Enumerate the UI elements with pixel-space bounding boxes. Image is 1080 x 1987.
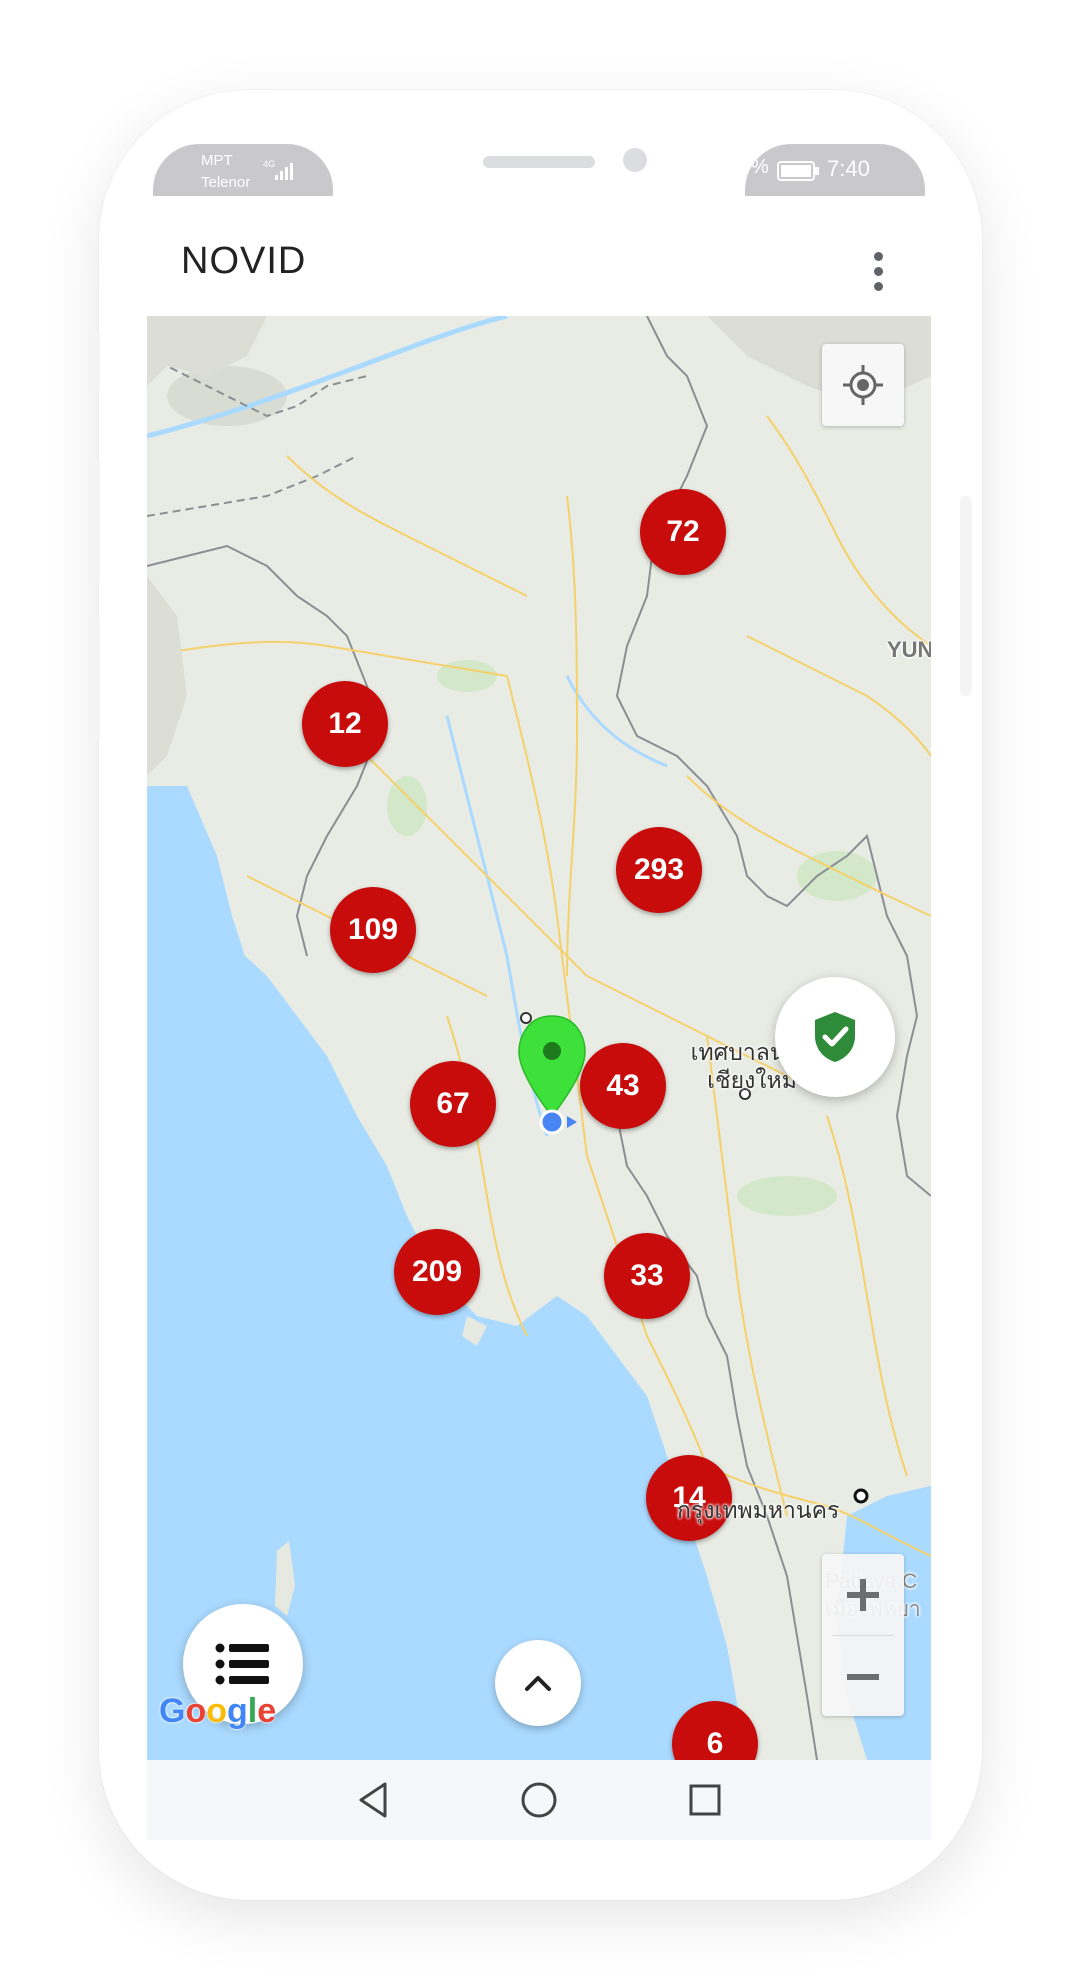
cluster-marker[interactable]: 43	[580, 1043, 666, 1129]
speaker-grille	[483, 156, 595, 168]
phone-side-button	[88, 330, 100, 394]
protection-status-button[interactable]	[775, 977, 895, 1097]
google-logo: Google	[159, 1692, 277, 1730]
battery-percent: %	[751, 156, 769, 178]
svg-text:4G: 4G	[263, 159, 275, 169]
map-region-label: YUN	[887, 637, 931, 662]
cluster-marker[interactable]: 12	[302, 681, 388, 767]
cluster-marker[interactable]: 209	[394, 1229, 480, 1315]
zoom-out-button[interactable]	[822, 1636, 904, 1717]
system-nav-bar	[147, 1760, 931, 1840]
list-icon	[215, 1643, 269, 1685]
chevron-up-icon	[525, 1676, 551, 1691]
cluster-marker[interactable]: 67	[410, 1061, 496, 1147]
zoom-in-button[interactable]	[822, 1554, 904, 1635]
cluster-marker[interactable]: 72	[640, 489, 726, 575]
my-location-button[interactable]	[822, 344, 904, 426]
app-title: NOVID	[181, 240, 307, 282]
carrier-1: MPT	[201, 152, 233, 169]
carrier-2: Telenor	[201, 174, 251, 191]
battery-icon	[777, 161, 819, 181]
status-pill-left: MPT Telenor 4G	[153, 144, 333, 196]
recents-button[interactable]	[679, 1774, 731, 1826]
status-bar: MPT Telenor 4G % 7:40	[147, 140, 931, 196]
map-view[interactable]: 72 12 293 109 67 43 209 33 14 6 YUN เทศบ…	[147, 316, 931, 1760]
signal-icon: 4G	[263, 159, 293, 180]
clock: 7:40	[827, 156, 870, 181]
front-camera	[623, 148, 647, 172]
back-button[interactable]	[347, 1774, 399, 1826]
phone-screen: MPT Telenor 4G % 7:40 NOVID 72 12 293 10…	[147, 140, 931, 1840]
recents-square-icon	[689, 1784, 721, 1816]
zoom-control	[822, 1554, 904, 1716]
more-vert-icon[interactable]	[873, 252, 885, 292]
cluster-marker[interactable]: 109	[330, 887, 416, 973]
minus-icon	[847, 1673, 879, 1680]
plus-icon	[847, 1578, 879, 1611]
home-button[interactable]	[513, 1774, 565, 1826]
my-location-icon	[843, 365, 883, 405]
phone-side-button	[88, 458, 100, 586]
cluster-marker[interactable]: 33	[604, 1233, 690, 1319]
app-bar: NOVID	[147, 210, 931, 320]
home-circle-icon	[521, 1782, 557, 1818]
phone-side-button	[88, 614, 100, 742]
expand-sheet-button[interactable]	[495, 1640, 581, 1726]
phone-side-button	[960, 496, 972, 696]
shield-check-icon	[815, 1012, 855, 1062]
map-city-label: กรุงเทพมหานคร	[677, 1497, 840, 1523]
back-triangle-icon	[359, 1782, 387, 1818]
cluster-marker[interactable]: 293	[616, 827, 702, 913]
